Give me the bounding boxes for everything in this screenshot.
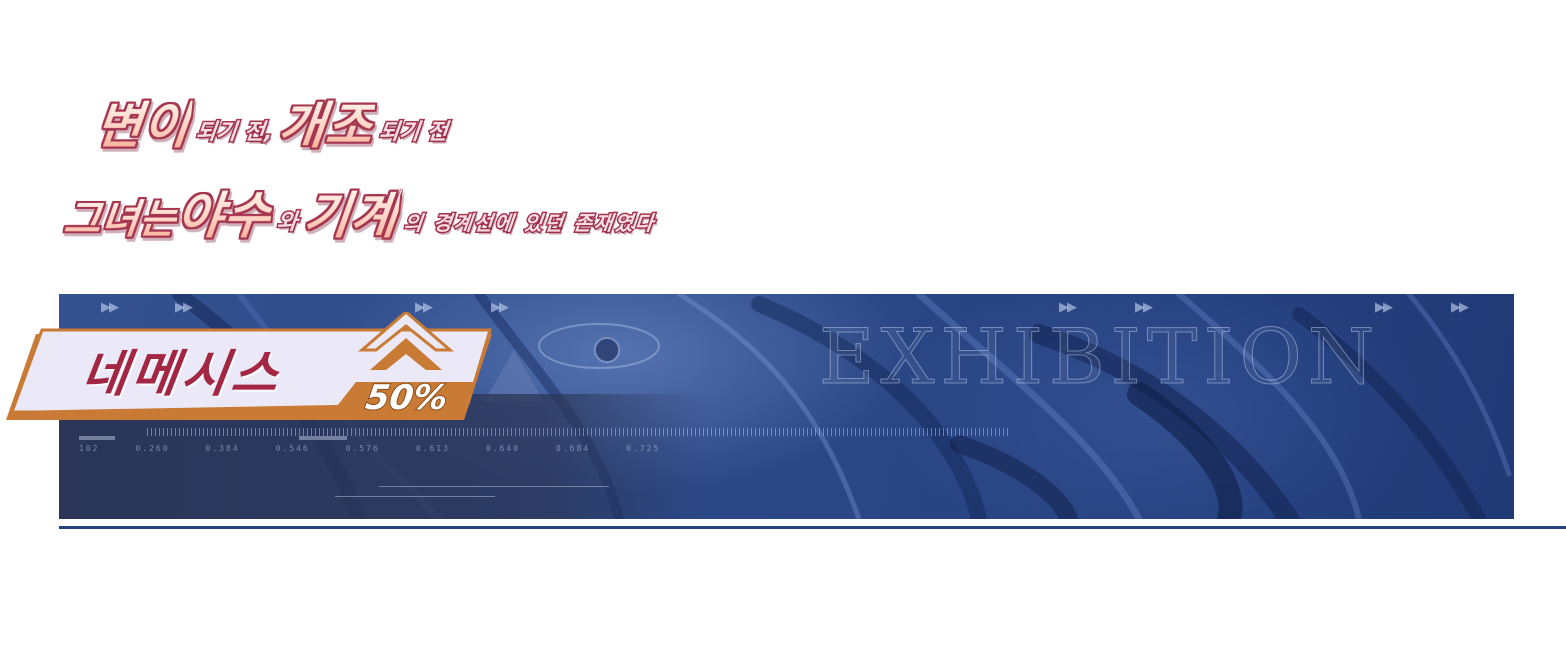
play-marks-icon: ▶▶ bbox=[1135, 300, 1153, 315]
headline-word-mutation: 변이 bbox=[92, 97, 194, 155]
ruler-numbers: 102 0.260 0.384 0.546 0.576 0.613 0.640 … bbox=[79, 444, 660, 453]
headline-line-2: 그녀는 야수 와 기계 의 경계선에 있던 존재였다 bbox=[61, 182, 661, 245]
banner-underline bbox=[59, 526, 1566, 529]
page: 변이 되기 전, 개조 되기 전 그녀는 야수 와 기계 의 경계선에 있던 존… bbox=[0, 0, 1566, 660]
headline-text-before-2: 되기 전 bbox=[376, 119, 450, 147]
ruler-number: 0.640 bbox=[485, 444, 521, 453]
play-marks-icon: ▶▶ bbox=[1059, 300, 1077, 315]
decor-line bbox=[299, 436, 347, 440]
play-marks-icon: ▶▶ bbox=[1451, 300, 1469, 315]
character-name: 네메시스 bbox=[77, 345, 287, 403]
ruler-number: 0.725 bbox=[626, 444, 661, 453]
headline-word-modification: 개조 bbox=[275, 97, 376, 155]
headline-word-she: 그녀는 bbox=[61, 197, 180, 243]
headline-line-1: 변이 되기 전, 개조 되기 전 bbox=[92, 92, 453, 155]
exhibition-watermark: EXHIBITION bbox=[818, 312, 1381, 402]
decor-line bbox=[379, 486, 609, 487]
headline-word-and: 와 bbox=[275, 209, 301, 237]
headline-text-before-1: 되기 전, bbox=[193, 119, 275, 147]
ruler-number: 0.684 bbox=[556, 444, 591, 453]
ruler-ticks bbox=[147, 428, 1009, 436]
ruler-number: 102 bbox=[79, 444, 100, 453]
character-badge[interactable]: 네메시스 50% bbox=[6, 312, 496, 424]
headline-text-boundary: 의 경계선에 있던 존재였다 bbox=[401, 210, 658, 237]
ruler-number: 0.613 bbox=[415, 444, 450, 453]
headline-word-machine: 기계 bbox=[300, 187, 401, 245]
discount-percent: 50% bbox=[362, 377, 451, 419]
play-marks-icon: ▶▶ bbox=[1375, 300, 1393, 315]
ruler-number: 0.546 bbox=[275, 444, 310, 453]
headline-word-beast: 야수 bbox=[174, 187, 275, 245]
decor-line bbox=[335, 496, 495, 497]
decor-line bbox=[79, 436, 115, 440]
ruler-number: 0.576 bbox=[345, 444, 380, 453]
ruler-number: 0.260 bbox=[135, 444, 170, 453]
ruler-number: 0.384 bbox=[205, 444, 240, 453]
